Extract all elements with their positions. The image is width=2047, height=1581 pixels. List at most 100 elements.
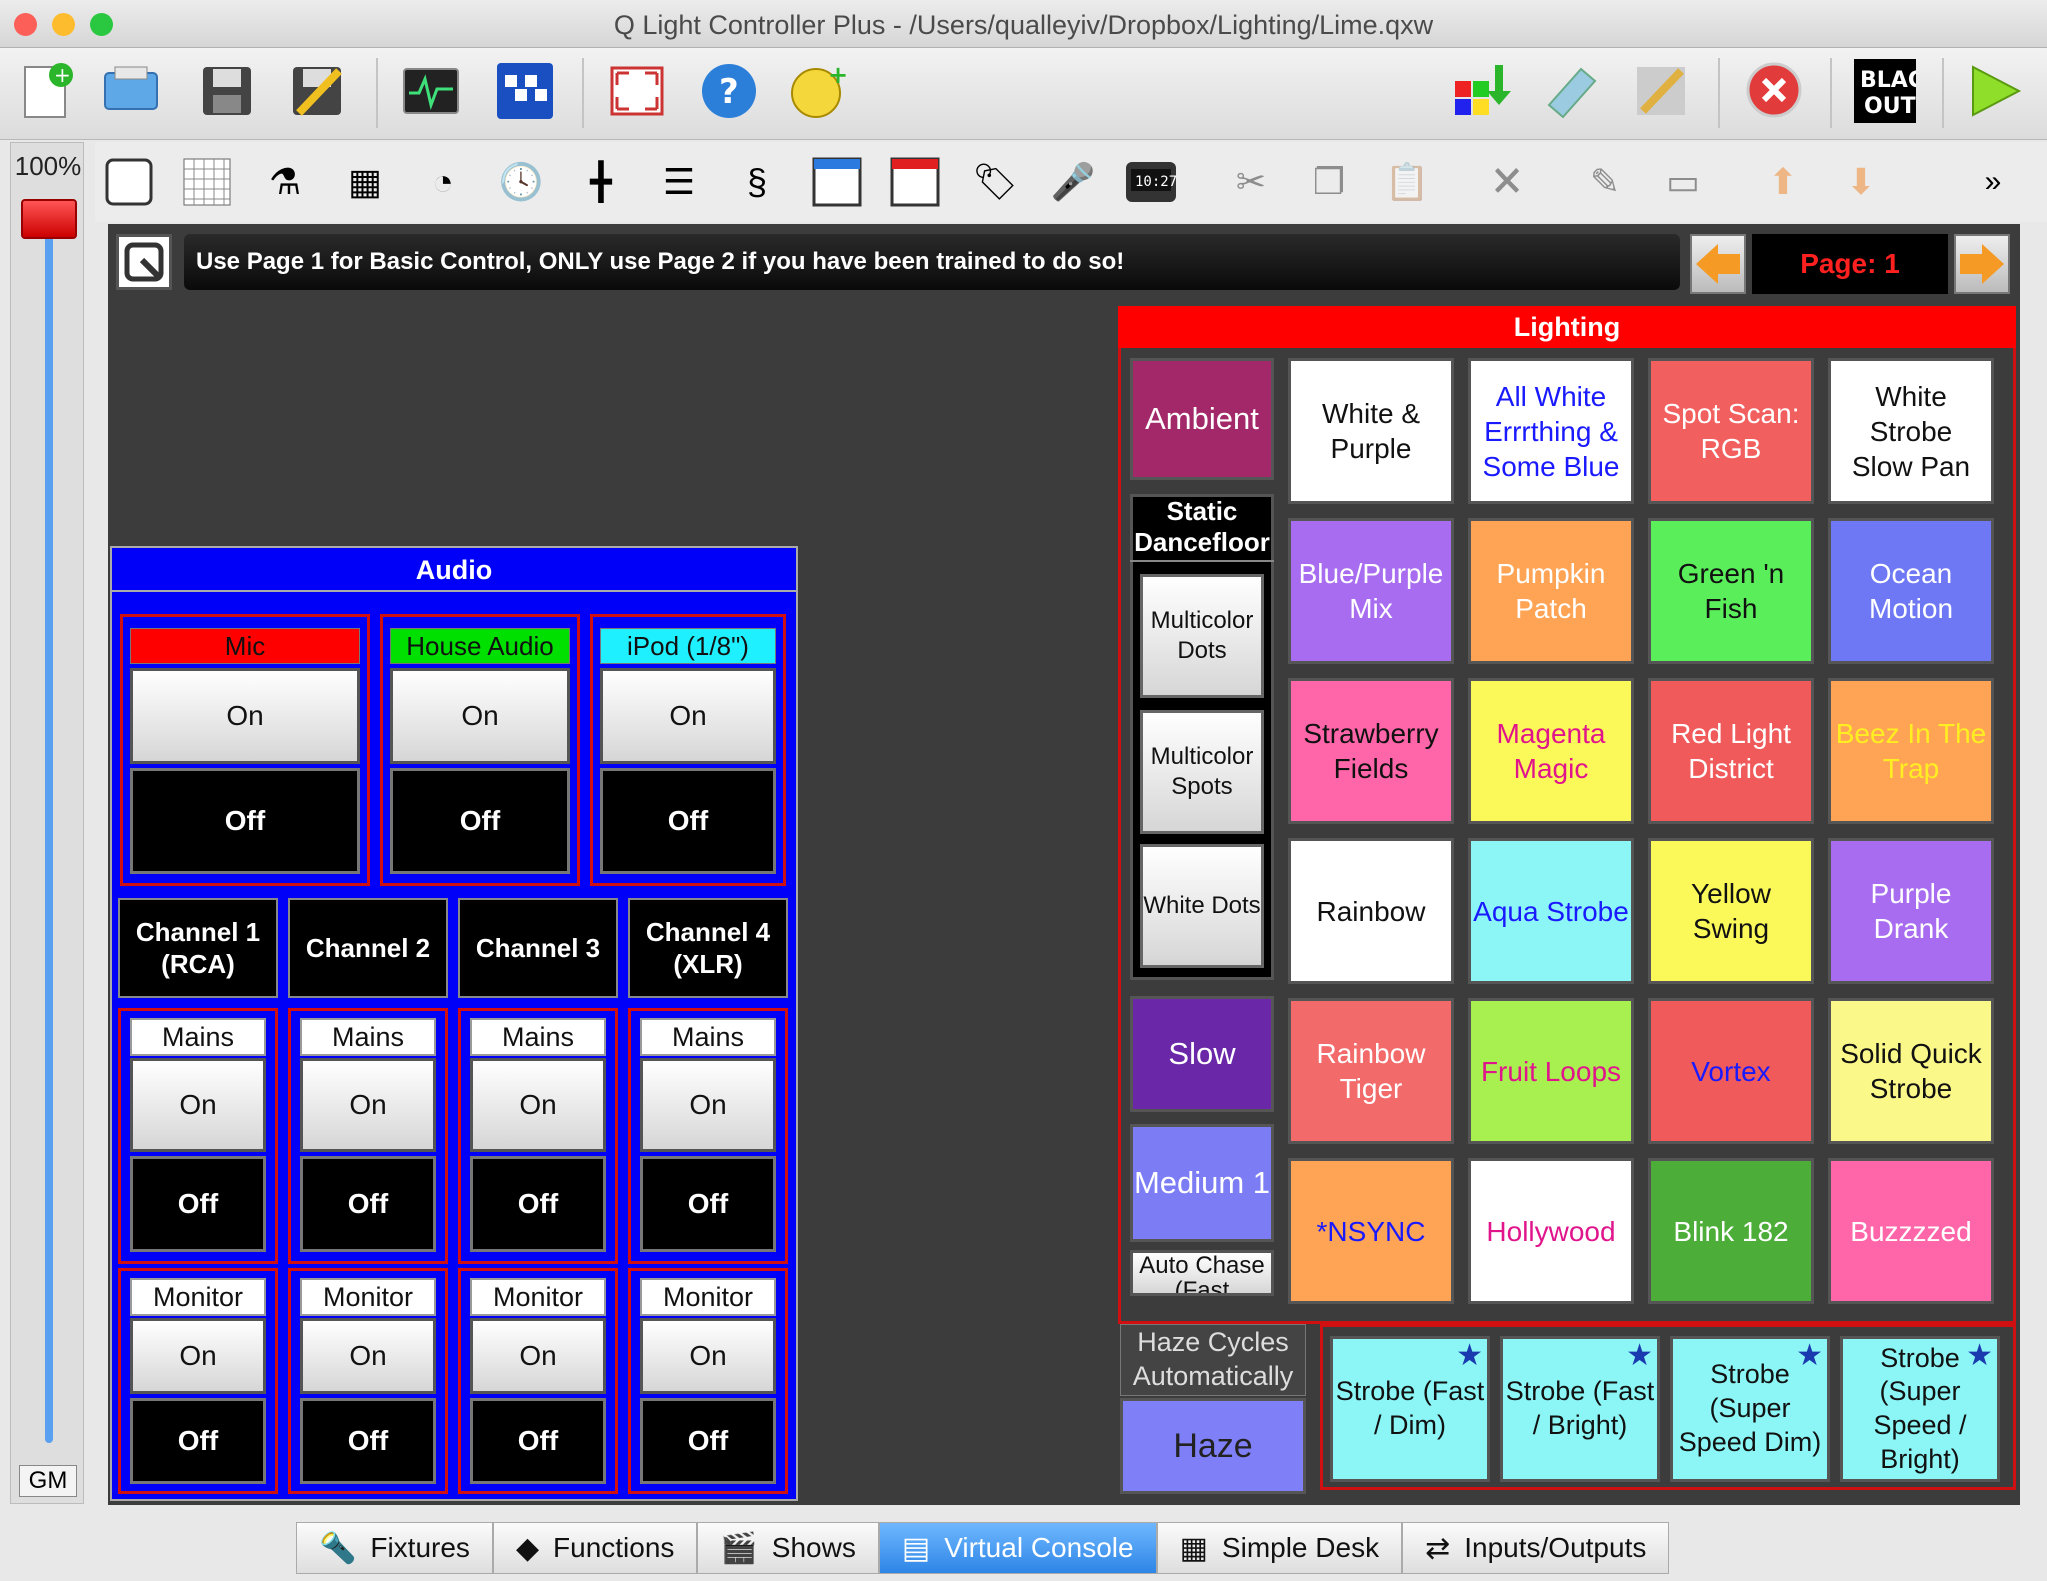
scene-button[interactable]: Spot Scan: RGB — [1648, 358, 1814, 504]
mains-on-button[interactable]: On — [640, 1058, 776, 1152]
audio-on-button[interactable]: On — [130, 668, 360, 764]
tab-simple-desk[interactable]: ▦ Simple Desk — [1156, 1522, 1403, 1574]
scene-button[interactable]: Buzzzzed — [1828, 1158, 1994, 1304]
scene-button[interactable]: Magenta Magic — [1468, 678, 1634, 824]
monitor-off-button[interactable]: Off — [640, 1398, 776, 1484]
add-clock-icon[interactable]: 10:27 — [1125, 156, 1177, 208]
static-dancefloor-button[interactable]: Multicolor Dots — [1140, 574, 1264, 698]
gm-button[interactable]: GM — [19, 1465, 77, 1497]
add-slider-matrix-icon[interactable]: ▦ — [339, 156, 391, 208]
strobe-button[interactable]: Strobe (Super Speed / Bright) ★ — [1840, 1336, 2000, 1482]
paste-icon[interactable]: 📋 — [1381, 156, 1433, 208]
dmx-dump-icon[interactable] — [494, 60, 556, 122]
auto-chase-button[interactable]: Auto Chase (Fast — [1130, 1250, 1274, 1296]
gm-slider-handle[interactable] — [21, 199, 77, 239]
static-dancefloor-button[interactable]: Multicolor Spots — [1140, 710, 1264, 834]
audio-on-button[interactable]: On — [600, 668, 776, 764]
scene-button[interactable]: Blink 182 — [1648, 1158, 1814, 1304]
design-mode-icon[interactable] — [1540, 60, 1602, 122]
monitor-off-button[interactable]: Off — [130, 1398, 266, 1484]
tab-virtual-console[interactable]: ▤ Virtual Console — [878, 1522, 1157, 1574]
scene-button[interactable]: Hollywood — [1468, 1158, 1634, 1304]
scene-button[interactable]: *NSYNC — [1288, 1158, 1454, 1304]
scene-button[interactable]: Beez In The Trap — [1828, 678, 1994, 824]
monitor-on-button[interactable]: On — [300, 1318, 436, 1394]
copy-icon[interactable]: ❐ — [1303, 156, 1355, 208]
scene-button[interactable]: Fruit Loops — [1468, 998, 1634, 1144]
mains-off-button[interactable]: Off — [130, 1156, 266, 1252]
page-next-button[interactable] — [1954, 234, 2010, 294]
scene-button[interactable]: Rainbow Tiger — [1288, 998, 1454, 1144]
blackout-icon[interactable]: BLACKOUT — [1854, 59, 1916, 123]
ambient-button[interactable]: Ambient — [1130, 358, 1274, 480]
open-workspace-icon[interactable] — [100, 60, 162, 122]
delete-icon[interactable]: 🗙 — [1481, 156, 1533, 208]
scene-button[interactable]: Strawberry Fields — [1288, 678, 1454, 824]
monitor-off-button[interactable]: Off — [470, 1398, 606, 1484]
cut-icon[interactable]: ✂ — [1225, 156, 1277, 208]
add-slider-icon[interactable]: ⚗ — [259, 156, 311, 208]
edit-properties-icon[interactable]: ✎ — [1579, 156, 1631, 208]
tab-fixtures[interactable]: 🔦 Fixtures — [296, 1522, 493, 1574]
add-frame-solo-icon[interactable] — [811, 156, 863, 208]
monitor-on-button[interactable]: On — [130, 1318, 266, 1394]
audio-off-button[interactable]: Off — [600, 768, 776, 874]
monitor-on-button[interactable]: On — [640, 1318, 776, 1394]
slow-button[interactable]: Slow — [1130, 996, 1274, 1112]
monitor-off-button[interactable]: Off — [300, 1398, 436, 1484]
mains-on-button[interactable]: On — [470, 1058, 606, 1152]
new-workspace-icon[interactable]: + — [16, 60, 78, 122]
mains-off-button[interactable]: Off — [470, 1156, 606, 1252]
stop-all-functions-icon[interactable] — [1744, 60, 1806, 122]
audio-off-button[interactable]: Off — [130, 768, 360, 874]
page-prev-button[interactable] — [1690, 234, 1746, 294]
operate-mode-play-icon[interactable] — [1964, 60, 2026, 122]
mains-on-button[interactable]: On — [130, 1058, 266, 1152]
add-label-icon[interactable]: 🏷 — [969, 156, 1021, 208]
mains-off-button[interactable]: Off — [300, 1156, 436, 1252]
add-knob-icon[interactable]: ◔ — [417, 156, 469, 208]
scene-button[interactable]: Purple Drank — [1828, 838, 1994, 984]
monitor-on-button[interactable]: On — [470, 1318, 606, 1394]
add-cue-list-icon[interactable]: ☰ — [653, 156, 705, 208]
static-dancefloor-button[interactable]: White Dots — [1140, 844, 1264, 968]
scene-button[interactable]: White & Purple — [1288, 358, 1454, 504]
strobe-button[interactable]: Strobe (Super Speed Dim) ★ — [1670, 1336, 1830, 1482]
tab-inputs-outputs[interactable]: ⇄ Inputs/Outputs — [1402, 1522, 1670, 1574]
scene-button[interactable]: Vortex — [1648, 998, 1814, 1144]
scene-button[interactable]: Ocean Motion — [1828, 518, 1994, 664]
scene-button[interactable]: Blue/Purple Mix — [1288, 518, 1454, 664]
add-frame-icon[interactable] — [103, 156, 155, 208]
toolbar-overflow-icon[interactable]: » — [1967, 156, 2019, 208]
lower-icon[interactable]: ⬇ — [1835, 156, 1887, 208]
add-xy-pad-icon[interactable]: ╋ — [575, 156, 627, 208]
mains-on-button[interactable]: On — [300, 1058, 436, 1152]
scene-button[interactable]: Red Light District — [1648, 678, 1814, 824]
strobe-button[interactable]: Strobe (Fast / Dim) ★ — [1330, 1336, 1490, 1482]
audio-on-button[interactable]: On — [390, 668, 570, 764]
rename-icon[interactable]: ▭ — [1657, 156, 1709, 208]
scene-button[interactable]: Rainbow — [1288, 838, 1454, 984]
raise-icon[interactable]: ⬆ — [1757, 156, 1809, 208]
edit-mode-icon[interactable] — [1630, 60, 1692, 122]
scene-button[interactable]: All White Errrthing & Some Blue — [1468, 358, 1634, 504]
load-fixtures-icon[interactable] — [1450, 60, 1512, 122]
wizard-icon[interactable]: + — [786, 60, 848, 122]
mains-off-button[interactable]: Off — [640, 1156, 776, 1252]
monitor-icon[interactable] — [400, 60, 462, 122]
audio-off-button[interactable]: Off — [390, 768, 570, 874]
tab-functions[interactable]: ◆ Functions — [492, 1522, 698, 1574]
fullscreen-icon[interactable] — [606, 60, 668, 122]
add-frame-red-icon[interactable] — [889, 156, 941, 208]
help-icon[interactable]: ? — [698, 60, 760, 122]
scene-button[interactable]: Green 'n Fish — [1648, 518, 1814, 664]
scene-button[interactable]: Aqua Strobe — [1468, 838, 1634, 984]
add-audio-triggers-icon[interactable]: 🎤 — [1047, 156, 1099, 208]
haze-button[interactable]: Haze — [1120, 1398, 1306, 1494]
medium-1-button[interactable]: Medium 1 — [1130, 1124, 1274, 1242]
add-button-matrix-icon[interactable] — [181, 156, 233, 208]
add-speed-dial-icon[interactable]: 🕓 — [495, 156, 547, 208]
save-workspace-icon[interactable] — [196, 60, 258, 122]
tab-shows[interactable]: 🎬 Shows — [697, 1522, 879, 1574]
scene-button[interactable]: White Strobe Slow Pan — [1828, 358, 1994, 504]
